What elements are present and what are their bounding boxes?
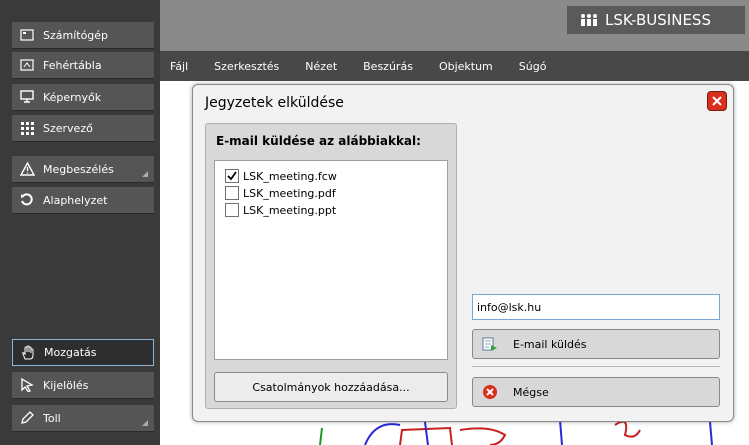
- add-attachments-button[interactable]: Csatolmányok hozzáadása...: [214, 372, 448, 402]
- file-name: LSK_meeting.pdf: [243, 186, 336, 200]
- file-checkbox[interactable]: [225, 169, 239, 183]
- grid-icon: [19, 120, 35, 136]
- computer-icon: [19, 27, 35, 43]
- send-email-label: E-mail küldés: [513, 337, 587, 351]
- close-button[interactable]: [707, 91, 727, 111]
- menu-edit[interactable]: Szerkesztés: [214, 60, 279, 73]
- checkmark-icon: [227, 171, 237, 181]
- sidebar-item-computer[interactable]: Számítógép: [12, 22, 154, 49]
- sidebar-item-select[interactable]: Kijelölés: [12, 372, 154, 399]
- cancel-label: Mégse: [513, 385, 549, 399]
- brand-logo: LSK-BUSINESS: [567, 6, 745, 34]
- separator: [472, 366, 720, 367]
- sidebar-item-screens[interactable]: Képernyők: [12, 84, 154, 111]
- dialog-title: Jegyzetek elküldése: [205, 95, 344, 111]
- list-item[interactable]: LSK_meeting.pdf: [225, 186, 336, 200]
- menu-insert[interactable]: Beszúrás: [363, 60, 413, 73]
- reset-icon: [19, 192, 35, 208]
- sidebar-item-label: Fehértábla: [43, 58, 102, 72]
- attachments-panel: E-mail küldése az alábbiakkal: LSK_meeti…: [205, 123, 457, 409]
- sidebar-item-organizer[interactable]: Szervező: [12, 115, 154, 142]
- file-name: LSK_meeting.ppt: [243, 203, 337, 217]
- sidebar-item-move[interactable]: Mozgatás: [12, 339, 154, 366]
- send-email-icon: [481, 335, 499, 353]
- people-icon: [579, 12, 599, 28]
- whiteboard-icon: [19, 57, 35, 73]
- sidebar-item-label: Mozgatás: [44, 346, 97, 359]
- sidebar-item-pen[interactable]: Toll: [12, 405, 154, 432]
- cancel-button[interactable]: Mégse: [472, 377, 720, 407]
- sidebar-item-label: Kijelölés: [43, 378, 89, 392]
- cancel-icon: [481, 383, 499, 401]
- sidebar-item-label: Képernyők: [43, 90, 102, 104]
- warning-icon: [19, 161, 35, 177]
- file-name: LSK_meeting.fcw: [243, 169, 337, 183]
- sidebar-item-reset[interactable]: Alaphelyzet: [12, 187, 154, 214]
- list-item[interactable]: LSK_meeting.fcw: [225, 169, 337, 183]
- sidebar-item-label: Szervező: [43, 121, 93, 135]
- email-input[interactable]: [472, 294, 720, 320]
- sidebar-item-label: Számítógép: [43, 28, 109, 42]
- sidebar-item-label: Megbeszélés: [43, 162, 114, 176]
- sidebar-item-label: Toll: [43, 411, 61, 425]
- menu-view[interactable]: Nézet: [305, 60, 337, 73]
- sidebar: Számítógép Fehértábla Képernyők Szervező…: [0, 0, 160, 445]
- pen-icon: [19, 410, 35, 426]
- menu-object[interactable]: Objektum: [439, 60, 493, 73]
- panel-title: E-mail küldése az alábbiakkal:: [216, 134, 421, 148]
- submenu-arrow-icon: [142, 420, 148, 426]
- sidebar-item-whiteboard[interactable]: Fehértábla: [12, 52, 154, 79]
- pointer-icon: [19, 377, 35, 393]
- menu-bar: Fájl Szerkesztés Nézet Beszúrás Objektum…: [160, 51, 749, 81]
- file-list[interactable]: LSK_meeting.fcw LSK_meeting.pdf LSK_meet…: [214, 160, 448, 360]
- send-notes-dialog: Jegyzetek elküldése E-mail küldése az al…: [192, 84, 734, 422]
- hand-icon: [20, 344, 36, 361]
- brand-name: LSK-BUSINESS: [605, 11, 711, 29]
- menu-help[interactable]: Súgó: [519, 60, 547, 73]
- file-checkbox[interactable]: [225, 186, 239, 200]
- list-item[interactable]: LSK_meeting.ppt: [225, 203, 336, 217]
- sidebar-item-meeting[interactable]: Megbeszélés: [12, 156, 154, 183]
- submenu-arrow-icon: [142, 171, 148, 177]
- file-checkbox[interactable]: [225, 203, 239, 217]
- send-email-button[interactable]: E-mail küldés: [472, 329, 720, 359]
- top-bar: LSK-BUSINESS: [160, 0, 749, 51]
- menu-file[interactable]: Fájl: [170, 60, 188, 73]
- sidebar-item-label: Alaphelyzet: [43, 193, 108, 207]
- close-icon: [712, 96, 722, 106]
- monitor-icon: [19, 89, 35, 105]
